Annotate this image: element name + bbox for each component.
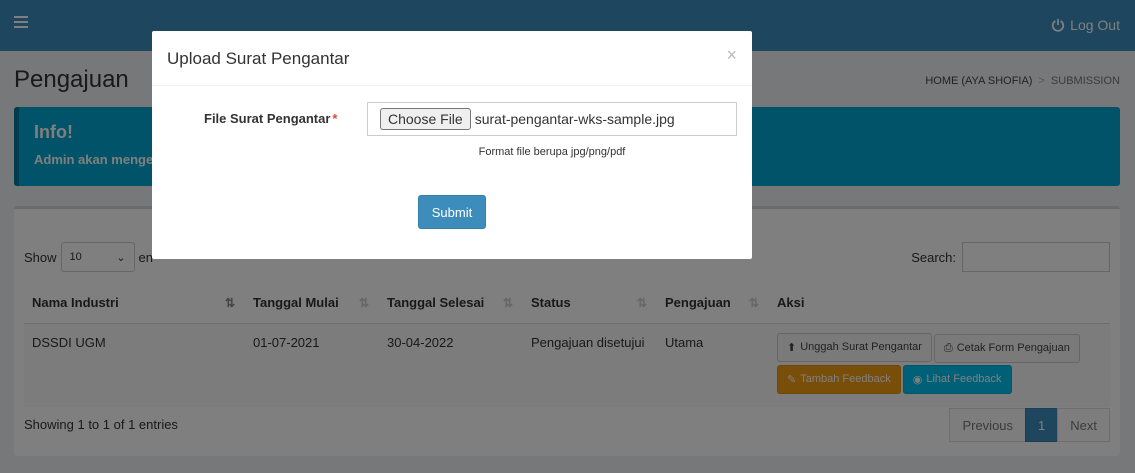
upload-modal: Upload Surat Pengantar × File Surat Peng… [152, 31, 752, 259]
file-input[interactable]: Choose File surat-pengantar-wks-sample.j… [367, 102, 737, 136]
required-mark: * [332, 111, 338, 126]
selected-file-name: surat-pengantar-wks-sample.jpg [474, 111, 675, 127]
close-icon[interactable]: × [726, 45, 737, 66]
file-format-help: Format file berupa jpg/png/pdf [478, 146, 626, 158]
submit-button[interactable]: Submit [418, 195, 486, 229]
modal-header: Upload Surat Pengantar × [152, 31, 752, 86]
choose-file-button[interactable]: Choose File [380, 108, 471, 130]
file-field-label: File Surat Pengantar * [204, 111, 338, 126]
modal-title: Upload Surat Pengantar [167, 49, 350, 68]
